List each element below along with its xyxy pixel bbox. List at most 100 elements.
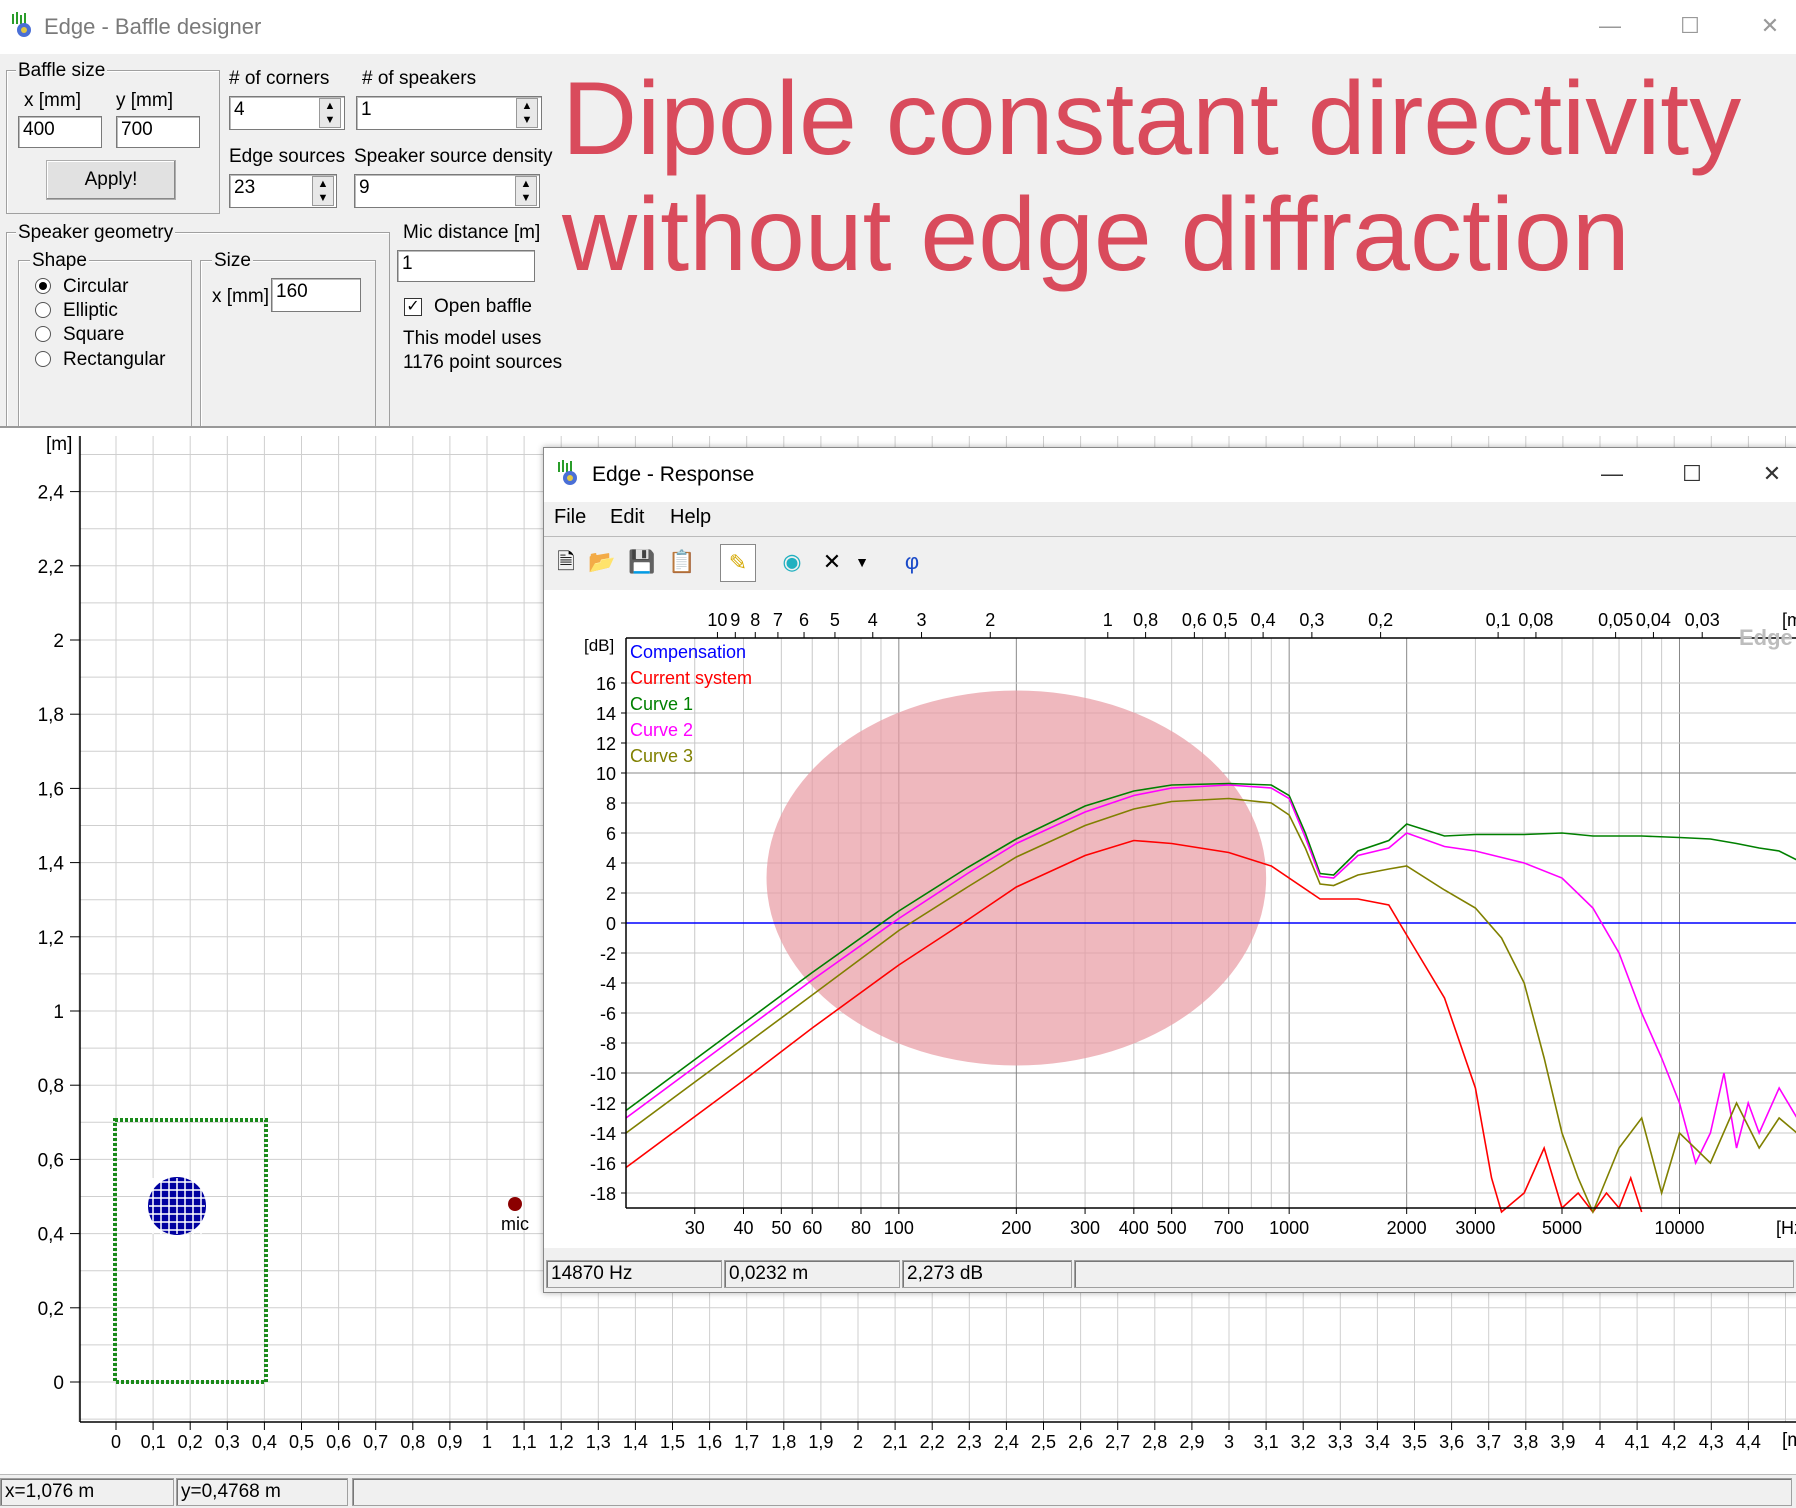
maximize-icon[interactable]: ☐ — [1670, 10, 1710, 42]
legend-item-curve-3: Curve 3 — [630, 746, 693, 766]
close-icon[interactable]: ✕ — [1750, 10, 1790, 42]
speaker-icon[interactable]: ◉ — [774, 544, 810, 582]
apply-button[interactable]: Apply! — [46, 160, 176, 200]
chart-y-tick-label: 14 — [596, 704, 616, 724]
speaker-geometry-label: Speaker geometry — [16, 222, 176, 244]
response-maximize-icon[interactable]: ☐ — [1672, 458, 1712, 490]
legend-item-compensation: Compensation — [630, 642, 746, 662]
corners-spinner[interactable]: ▲ ▼ — [319, 98, 341, 128]
status-empty — [352, 1478, 1792, 1506]
open-baffle-checkbox[interactable]: ✓ — [404, 298, 422, 316]
speaker-circle[interactable] — [148, 1177, 206, 1235]
chart-x-tick-label: 300 — [1070, 1218, 1100, 1238]
chart-y-tick-label: 2 — [606, 884, 616, 904]
chart-top-tick-label: 0,04 — [1636, 610, 1671, 630]
copy-icon[interactable]: 📋 — [664, 544, 700, 582]
minimize-icon[interactable]: — — [1590, 10, 1630, 42]
response-status-freq: 14870 Hz — [546, 1260, 722, 1288]
response-window-title: Edge - Response — [592, 463, 755, 486]
chart-y-tick-label: -18 — [590, 1184, 616, 1204]
speakers-spinner[interactable]: ▲ ▼ — [516, 98, 538, 128]
headline-line1: Dipole constant directivity — [562, 61, 1742, 177]
radio-rectangular[interactable] — [35, 351, 51, 367]
layout-x-tick-label: 3,2 — [1291, 1432, 1316, 1452]
mic-marker[interactable] — [508, 1197, 522, 1211]
chart-x-unit-label: [Hz] — [1776, 1218, 1796, 1238]
baffle-y-label: y [mm] — [116, 90, 173, 111]
response-window[interactable]: Edge - Response — ☐ ✕ File Edit Help 🗎 📂… — [543, 447, 1796, 1293]
layout-y-tick-label: 0,2 — [38, 1299, 64, 1320]
mic-distance-label: Mic distance [m] — [403, 222, 541, 243]
chart-y-tick-label: 6 — [606, 824, 616, 844]
open-folder-icon[interactable]: 📂 — [584, 544, 620, 582]
baffle-x-input[interactable]: 400 — [18, 116, 102, 148]
layout-x-tick-label: 0,3 — [215, 1432, 240, 1452]
chart-y-tick-label: -10 — [590, 1064, 616, 1084]
layout-x-tick-label: 4,1 — [1625, 1432, 1650, 1452]
speaker-density-spinner[interactable]: ▲ ▼ — [515, 176, 537, 206]
size-x-label: x [mm] — [212, 286, 269, 307]
layout-y-tick-label: 1,6 — [38, 779, 64, 800]
chart-top-tick-label: 0,6 — [1182, 610, 1207, 630]
response-chart[interactable]: 1614121086420-2-4-6-8-10-12-14-16-18[dB]… — [544, 590, 1796, 1248]
chart-y-tick-label: -6 — [600, 1004, 616, 1024]
edge-sources-spinner[interactable]: ▲ ▼ — [312, 176, 334, 206]
speaker-density-input[interactable]: 9 — [354, 174, 540, 208]
layout-y-tick-label: 2,4 — [38, 483, 65, 504]
dropdown-arrow-icon[interactable]: ▼ — [844, 544, 880, 582]
radio-elliptic[interactable] — [35, 302, 51, 318]
layout-x-tick-label: 2,5 — [1031, 1432, 1056, 1452]
layout-x-tick-label: 2,4 — [994, 1432, 1019, 1452]
model-info-line2: 1176 point sources — [403, 352, 563, 373]
shape-square-label: Square — [63, 324, 125, 345]
layout-y-tick-label: 1,4 — [38, 854, 65, 875]
legend-item-curve-2: Curve 2 — [630, 720, 693, 740]
layout-x-tick-label: 3 — [1224, 1432, 1234, 1452]
control-panel: Baffle size x [mm] y [mm] 400 700 Apply!… — [0, 54, 1796, 452]
layout-x-tick-label: 4,4 — [1736, 1432, 1761, 1452]
layout-x-tick-label: 1,2 — [549, 1432, 574, 1452]
chart-x-tick-label: 10000 — [1654, 1218, 1704, 1238]
radio-square[interactable] — [35, 326, 51, 342]
menu-help[interactable]: Help — [670, 506, 711, 529]
layout-x-tick-label: 4,2 — [1662, 1432, 1687, 1452]
mic-distance-input[interactable]: 1 — [397, 250, 535, 282]
speaker-density-label: Speaker source density — [354, 146, 553, 167]
layout-y-tick-label: 0 — [53, 1373, 64, 1394]
layout-x-tick-label: 1 — [482, 1432, 492, 1452]
layout-x-tick-label: 3,4 — [1365, 1432, 1390, 1452]
model-info-line1: This model uses — [403, 328, 542, 349]
baffle-y-input[interactable]: 700 — [116, 116, 200, 148]
highlighter-icon[interactable]: ✎ — [720, 544, 756, 582]
shape-group-label: Shape — [30, 250, 89, 272]
chart-top-tick-label: 2 — [985, 610, 995, 630]
chart-top-tick-label: 0,8 — [1133, 610, 1158, 630]
menu-edit[interactable]: Edit — [610, 506, 644, 529]
shape-circular-label: Circular — [63, 276, 129, 297]
layout-x-tick-label: 0,8 — [400, 1432, 425, 1452]
layout-x-tick-label: 0,7 — [363, 1432, 388, 1452]
phi-icon[interactable]: φ — [894, 544, 930, 582]
save-icon[interactable]: 💾 — [624, 544, 660, 582]
chart-y-tick-label: 8 — [606, 794, 616, 814]
chart-x-tick-label: 3000 — [1455, 1218, 1495, 1238]
layout-x-tick-label: 0,5 — [289, 1432, 314, 1452]
baffle-x-label: x [mm] — [24, 90, 81, 111]
response-close-icon[interactable]: ✕ — [1752, 458, 1792, 490]
layout-x-tick-label: 1,6 — [697, 1432, 722, 1452]
chart-x-tick-label: 1000 — [1269, 1218, 1309, 1238]
new-file-icon[interactable]: 🗎 — [548, 544, 584, 582]
radio-circular[interactable] — [35, 278, 51, 294]
layout-y-tick-label: 2 — [53, 631, 64, 652]
menu-file[interactable]: File — [554, 506, 586, 529]
chart-x-tick-label: 200 — [1001, 1218, 1031, 1238]
chart-x-tick-label: 80 — [851, 1218, 871, 1238]
baffle-size-group-label: Baffle size — [16, 60, 108, 82]
layout-x-tick-label: 2,8 — [1142, 1432, 1167, 1452]
response-minimize-icon[interactable]: — — [1592, 458, 1632, 490]
size-x-input[interactable]: 160 — [271, 278, 361, 312]
layout-x-tick-label: 3,5 — [1402, 1432, 1427, 1452]
speakers-input[interactable]: 1 — [356, 96, 542, 130]
layout-x-tick-label: 3,8 — [1513, 1432, 1538, 1452]
chart-top-tick-label: 7 — [773, 610, 783, 630]
